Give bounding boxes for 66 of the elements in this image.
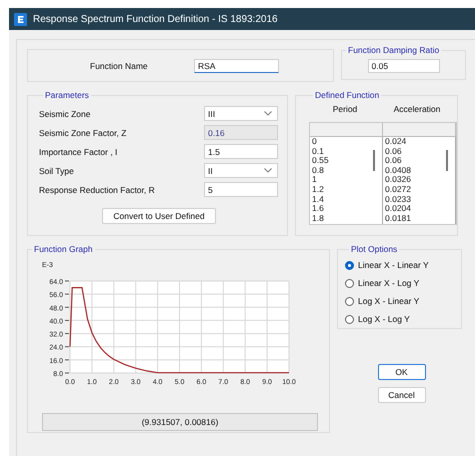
app-logo-icon <box>14 12 27 26</box>
text-field[interactable]: 1.5 <box>204 144 278 159</box>
list-item[interactable]: 0.1 <box>312 146 382 156</box>
list-item[interactable]: 0.0233 <box>385 194 455 204</box>
tick-mark <box>64 333 70 334</box>
chevron-down-icon <box>264 111 272 116</box>
tick-mark <box>64 306 70 308</box>
readonly-field[interactable]: 0.16 <box>204 125 278 140</box>
group-title: Plot Options <box>350 244 398 254</box>
radio-button[interactable] <box>345 314 354 324</box>
value-list[interactable]: 0.024 0.06 0.06 0.0408 0.0326 0.0272 0.0233 0.0204 0.0181 <box>383 137 456 224</box>
column-header: Period <box>332 104 358 114</box>
radio-button[interactable] <box>345 278 354 288</box>
column-header: Acceleration <box>392 104 442 114</box>
scrollbar-thumb[interactable] <box>446 150 448 171</box>
list-item[interactable]: 1.6 <box>312 204 382 214</box>
tick-mark <box>64 280 70 282</box>
list-item[interactable]: 1.2 <box>312 184 382 195</box>
option-label[interactable]: Log X - Log Y <box>358 314 410 324</box>
option-label[interactable]: Linear X - Log Y <box>358 278 420 288</box>
list-item[interactable]: 0.0326 <box>385 175 455 185</box>
tick-mark <box>64 346 70 348</box>
scrollbar-thumb[interactable] <box>373 150 375 171</box>
list-item[interactable]: 0.06 <box>385 156 455 166</box>
radio-button[interactable] <box>345 260 354 270</box>
list-item[interactable]: 0.8 <box>312 166 382 176</box>
coordinate-readout: (9.931507, 0.00816) <box>42 413 318 431</box>
tick-mark <box>64 294 70 295</box>
group-title: Function Graph <box>33 244 94 254</box>
field-label: Response Reduction Factor, R <box>39 184 156 194</box>
list-item[interactable]: 0.55 <box>312 156 382 166</box>
dropdown-field[interactable]: III <box>204 106 278 121</box>
list-item[interactable]: 0.0408 <box>385 166 455 176</box>
option-label[interactable]: Log X - Linear Y <box>358 296 420 306</box>
tick-mark <box>64 359 70 360</box>
group-title: Parameters <box>44 90 90 100</box>
list-item[interactable]: 0.06 <box>385 146 455 156</box>
chevron-down-icon <box>264 168 272 173</box>
list-item[interactable]: 0.0181 <box>385 214 455 224</box>
value-list[interactable]: 0 0.1 0.55 0.8 1 1.2 1.4 1.6 1.8 <box>310 137 383 224</box>
list-item[interactable]: 0.0272 <box>385 184 455 195</box>
field-label: Importance Factor , I <box>39 146 118 156</box>
list-item[interactable]: 0 <box>312 137 382 147</box>
function-name-field[interactable]: RSA <box>194 58 279 72</box>
list-item[interactable]: 0.024 <box>385 137 455 147</box>
text-field[interactable]: 5 <box>204 182 278 197</box>
window-title: Response Spectrum Function Definition - IS 1893:2016 <box>33 14 278 24</box>
damping-ratio-field[interactable]: 0.05 <box>368 59 440 73</box>
convert-button[interactable]: Convert to User Defined <box>102 208 216 224</box>
field-label: Seismic Zone <box>39 108 92 118</box>
field-label: Function Name <box>90 60 149 70</box>
ok-button[interactable]: OK <box>378 364 426 380</box>
dropdown-field[interactable]: II <box>204 163 278 178</box>
tick-mark <box>64 320 70 321</box>
radio-button[interactable] <box>345 296 354 306</box>
list-item[interactable]: 1.4 <box>312 194 382 204</box>
list-item[interactable]: 1.8 <box>312 214 382 224</box>
field-label: Soil Type <box>39 166 75 176</box>
list-item[interactable]: 1 <box>312 175 382 185</box>
cancel-button[interactable]: Cancel <box>378 387 426 403</box>
field-label: Seismic Zone Factor, Z <box>39 128 128 138</box>
tick-mark <box>64 372 70 374</box>
list-item[interactable]: 0.0204 <box>385 204 455 214</box>
group-title: Function Damping Ratio <box>347 45 440 55</box>
group-title: Defined Function <box>314 90 380 100</box>
option-label[interactable]: Linear X - Linear Y <box>358 260 429 270</box>
